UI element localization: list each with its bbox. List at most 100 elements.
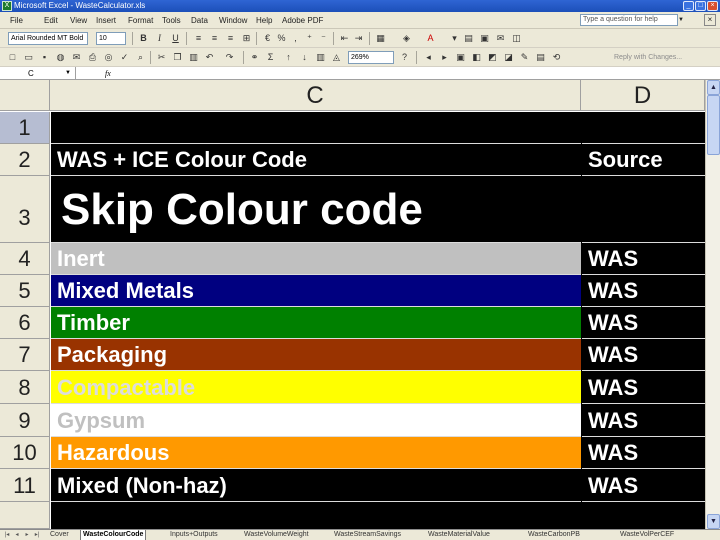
cell-d11[interactable]: WAS [582,469,705,502]
italic-icon[interactable]: I [153,32,166,45]
track-changes-icon[interactable]: ▣ [454,51,467,64]
cell-d10[interactable]: WAS [582,437,705,469]
row-header-3[interactable]: 3 [0,176,50,243]
cell-d6[interactable]: WAS [582,307,705,339]
review-prev-icon[interactable]: ◂ [422,51,435,64]
row-header-9[interactable]: 9 [0,404,50,437]
sort-descending-icon[interactable]: ↓ [298,51,311,64]
tab-next-icon[interactable]: ▸ [22,530,32,540]
cell-c10[interactable]: Hazardous [51,437,581,469]
menu-format[interactable]: Format [128,12,153,29]
name-box-dropdown-icon[interactable]: ▼ [65,67,71,80]
help-dropdown-icon[interactable]: ▼ [678,14,686,26]
open-icon[interactable]: ▭ [22,51,35,64]
sheet-tab-cover[interactable]: Cover [48,530,71,540]
sheet-tab-wastevolpercef[interactable]: WasteVolPerCEF [618,530,676,540]
pdf-review-icon[interactable]: ◫ [510,32,523,45]
sheet-tab-wastecolourcode[interactable]: WasteColourCode [80,530,147,540]
cell-c7[interactable]: Packaging [51,339,581,371]
cell-c8[interactable]: Compactable [51,371,581,404]
sheet-tab-wastematerialvalue[interactable]: WasteMaterialValue [426,530,492,540]
row-header-6[interactable]: 6 [0,307,50,339]
row-header-11[interactable]: 11 [0,469,50,502]
menu-data[interactable]: Data [191,12,208,29]
maximize-button[interactable]: □ [695,1,706,11]
align-left-icon[interactable]: ≡ [192,32,205,45]
undo-icon[interactable]: ↶ [203,51,216,64]
email-icon[interactable]: ✉ [70,51,83,64]
font-color-icon[interactable]: A [424,32,437,45]
copy-icon[interactable]: ❐ [171,51,184,64]
reviewing-pane-icon[interactable]: ▤ [534,51,547,64]
menu-adobe-pdf[interactable]: Adobe PDF [282,12,323,29]
cell-c6[interactable]: Timber [51,307,581,339]
menu-file[interactable]: File [10,12,23,29]
align-right-icon[interactable]: ≡ [224,32,237,45]
fx-icon[interactable]: fx [105,67,111,80]
cell-d2[interactable]: Source [582,144,705,176]
redo-icon[interactable]: ↷ [223,51,236,64]
paste-icon[interactable]: ▥ [187,51,200,64]
cut-icon[interactable]: ✂ [155,51,168,64]
percent-icon[interactable]: % [275,32,288,45]
pdf-icon[interactable]: ▣ [478,32,491,45]
column-header-c[interactable]: C [50,80,581,111]
column-header-d[interactable]: D [581,80,705,111]
row-header-5[interactable]: 5 [0,275,50,307]
show-comments-icon[interactable]: ◪ [502,51,515,64]
delete-comment-icon[interactable]: ◩ [486,51,499,64]
research-icon[interactable]: ⌕ [134,51,147,64]
row-header-2[interactable]: 2 [0,144,50,176]
cell-c1[interactable] [51,112,581,144]
underline-icon[interactable]: U [169,32,182,45]
menu-view[interactable]: View [70,12,87,29]
cell-c9[interactable]: Gypsum [51,404,581,437]
vertical-scrollbar[interactable]: ▲ ▼ [705,80,720,529]
scroll-thumb[interactable] [707,95,720,155]
row-header-4[interactable]: 4 [0,243,50,275]
cell-c3[interactable]: Skip Colour code [51,176,581,243]
decrease-decimal-icon[interactable]: ⁻ [317,32,330,45]
menu-edit[interactable]: Edit [44,12,58,29]
autosum-icon[interactable]: Σ [264,51,277,64]
reply-icon[interactable]: ⟲ [550,51,563,64]
menu-insert[interactable]: Insert [96,12,116,29]
tab-last-icon[interactable]: ▸| [32,530,42,540]
chart-icon[interactable]: ▤ [462,32,475,45]
help-icon[interactable]: ? [398,51,411,64]
close-button[interactable]: × [707,1,718,11]
cell-d3[interactable] [582,176,705,243]
sheet-tab-inputs-outputs[interactable]: Inputs+Outputs [168,530,220,540]
merge-center-icon[interactable]: ⊞ [240,32,253,45]
row-header-1[interactable]: 1 [0,112,50,144]
new-icon[interactable]: □ [6,51,19,64]
cell-d4[interactable]: WAS [582,243,705,275]
workbook-close-icon[interactable]: × [704,14,716,26]
bold-icon[interactable]: B [137,32,150,45]
cell-c11[interactable]: Mixed (Non-haz) [51,469,581,502]
help-search-input[interactable]: Type a question for help [580,14,678,26]
toolbar-options-icon[interactable]: ▾ [448,32,461,45]
decrease-indent-icon[interactable]: ⇤ [338,32,351,45]
print-preview-icon[interactable]: ◎ [102,51,115,64]
cell-d7[interactable]: WAS [582,339,705,371]
comment-icon[interactable]: ◧ [470,51,483,64]
increase-indent-icon[interactable]: ⇥ [352,32,365,45]
scroll-down-icon[interactable]: ▼ [707,514,720,529]
hyperlink-icon[interactable]: ⚭ [248,51,261,64]
ink-annotations-icon[interactable]: ✎ [518,51,531,64]
select-all-corner[interactable] [0,80,50,111]
row-header-8[interactable]: 8 [0,371,50,404]
reply-with-changes-button[interactable]: Reply with Changes... [614,51,682,64]
menu-tools[interactable]: Tools [162,12,181,29]
review-next-icon[interactable]: ▸ [438,51,451,64]
sheet-tab-wastestreamsavings[interactable]: WasteStreamSavings [332,530,403,540]
chart-wizard-icon[interactable]: ▥ [314,51,327,64]
save-icon[interactable]: ▪ [38,51,51,64]
sheet-tab-wastevolumeweight[interactable]: WasteVolumeWeight [242,530,311,540]
font-size-select[interactable]: 10 [96,32,126,45]
cell-c4[interactable]: Inert [51,243,581,275]
row-header-7[interactable]: 7 [0,339,50,371]
scroll-up-icon[interactable]: ▲ [707,80,720,95]
drawing-icon[interactable]: ◬ [330,51,343,64]
